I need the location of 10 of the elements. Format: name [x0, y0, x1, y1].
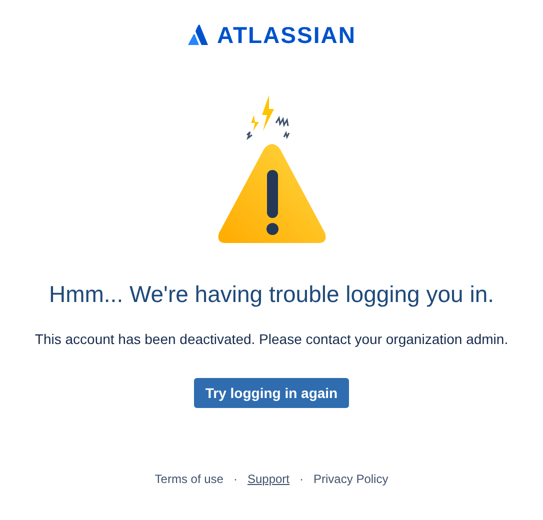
- separator-dot: ·: [300, 471, 304, 488]
- footer-link[interactable]: Terms of use: [154, 470, 224, 488]
- footer-link[interactable]: Privacy Policy: [314, 470, 388, 488]
- retry-button[interactable]: Try logging in again: [194, 378, 349, 408]
- separator-dot: ·: [233, 471, 238, 488]
- error-message: This account has been deactivated. Please contact your organization admin.: [34, 330, 508, 349]
- logo-wordmark: ATLASSIAN: [217, 21, 356, 50]
- logo-icon: [187, 24, 210, 46]
- footer-link[interactable]: Support: [247, 470, 290, 488]
- error-heading: Hmm... We're having trouble logging you in.: [48, 280, 494, 309]
